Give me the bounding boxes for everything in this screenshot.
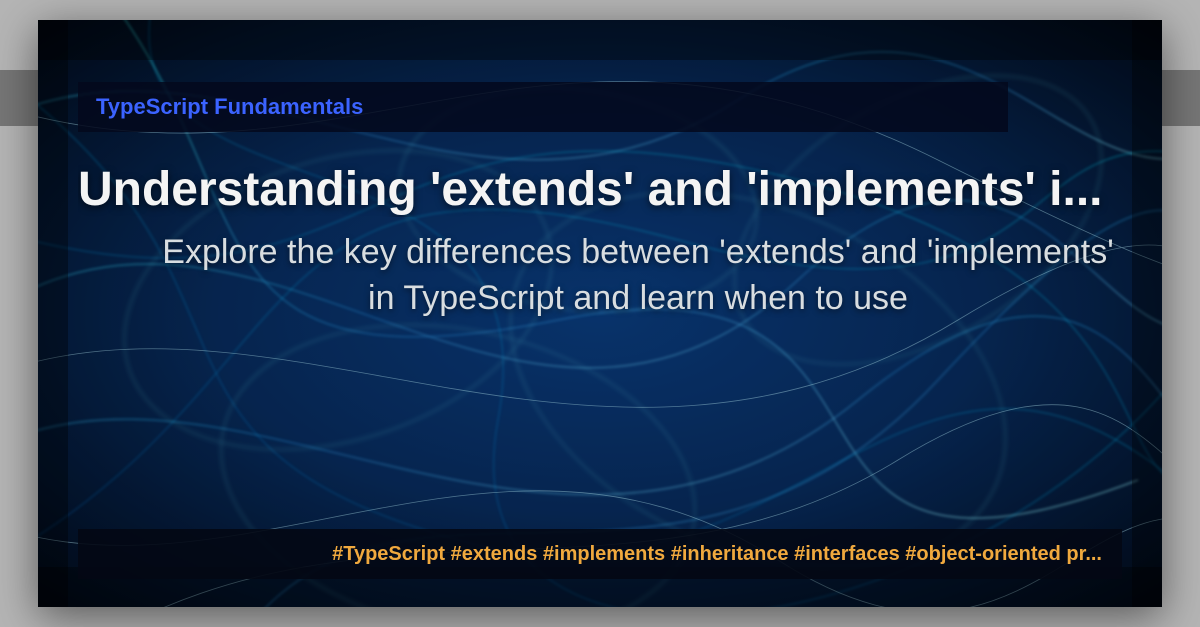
- tags-text: #TypeScript #extends #implements #inheri…: [332, 543, 1102, 566]
- category-bar: TypeScript Fundamentals: [78, 82, 1008, 132]
- tags-bar: #TypeScript #extends #implements #inheri…: [78, 529, 1122, 579]
- category-label: TypeScript Fundamentals: [96, 94, 363, 120]
- article-title: Understanding 'extends' and 'implements'…: [78, 162, 1138, 217]
- article-preview-card: TypeScript Fundamentals Understanding 'e…: [38, 20, 1162, 607]
- article-subtitle: Explore the key differences between 'ext…: [158, 230, 1118, 322]
